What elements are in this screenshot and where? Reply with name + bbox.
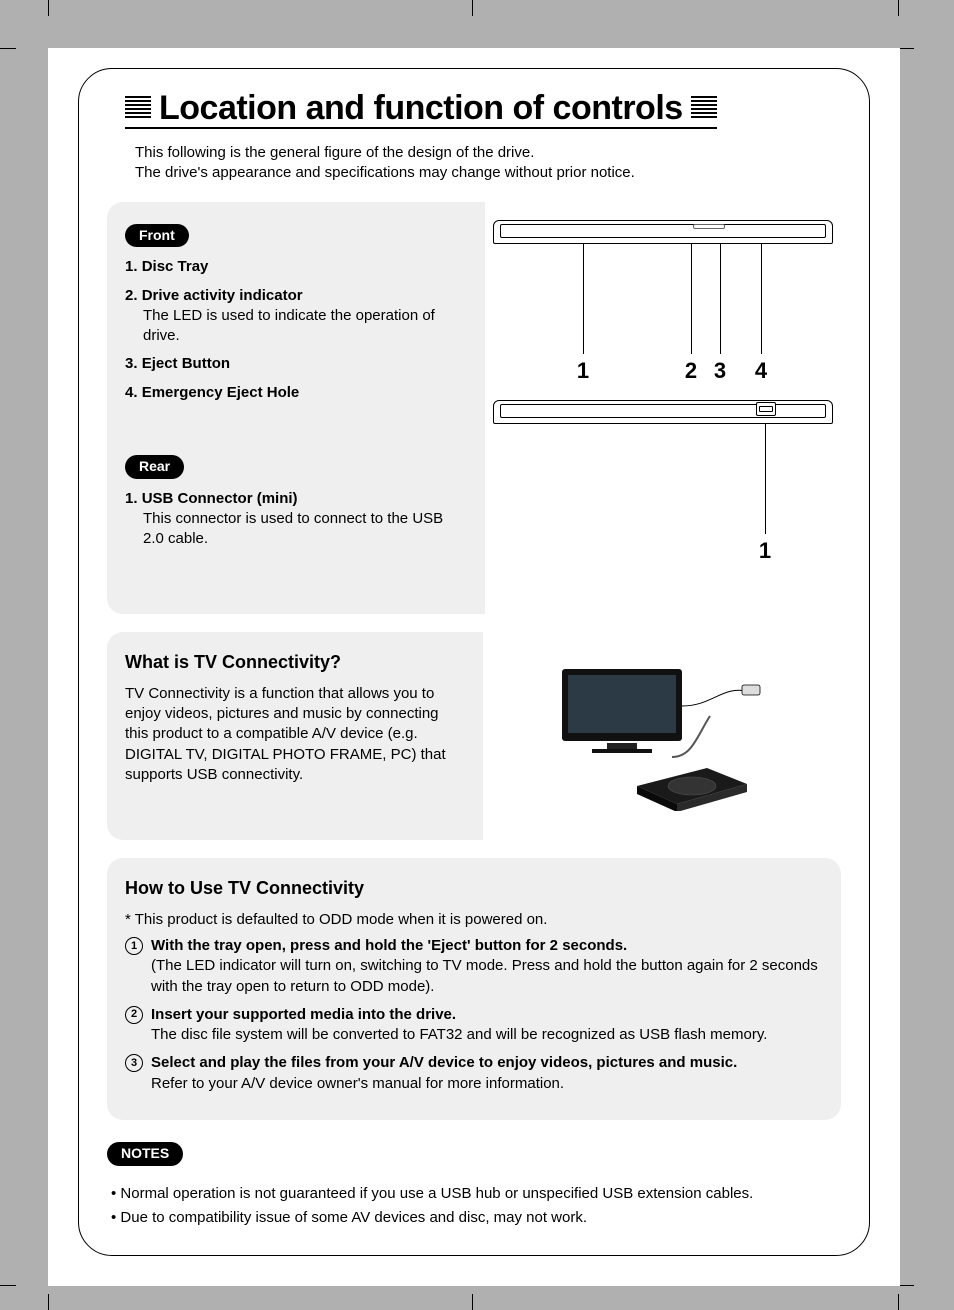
list-item: 4. Emergency Eject Hole [125,383,465,403]
front-list: 1. Disc Tray 2. Drive activity indicator… [125,257,465,403]
crop-mark [472,0,473,16]
page-sheet: Location and function of controls This f… [0,0,954,1310]
callout-number: 4 [755,356,767,386]
callout-number: 3 [714,356,726,386]
crop-mark [898,48,914,49]
crop-mark [48,0,49,16]
step-heading: Select and play the files from your A/V … [151,1053,737,1073]
title-rule-left-icon [125,96,151,120]
crop-mark [472,1294,473,1310]
tv-drive-illustration-icon [552,661,772,811]
step-number-badge: 3 [125,1054,143,1072]
crop-mark [0,1285,16,1286]
step-sub: (The LED indicator will turn on, switchi… [151,956,823,997]
section-body: TV Connectivity is a function that allow… [125,684,465,785]
crop-mark [0,48,16,49]
rear-diagram: 1 [485,400,841,534]
step-number-badge: 2 [125,1006,143,1024]
title-block: Location and function of controls [125,91,847,129]
intro-line: This following is the general figure of … [135,143,847,163]
step-sub: The disc file system will be converted t… [151,1025,767,1045]
crop-mark [48,1294,49,1310]
front-diagram: 1 2 3 4 [485,220,841,354]
callout-number: 2 [685,356,697,386]
crop-mark [898,0,899,16]
controls-left-column: Front 1. Disc Tray 2. Drive activity ind… [125,216,465,596]
notes-section: NOTES Normal operation is not guaranteed… [107,1138,841,1228]
title-rule-right-icon [691,96,717,120]
rear-heading-pill: Rear [125,455,184,479]
list-item: 1. Disc Tray [125,257,465,277]
crop-mark [898,1294,899,1310]
default-mode-note: * This product is defaulted to ODD mode … [125,910,823,930]
step-sub: Refer to your A/V device owner's manual … [151,1074,737,1094]
controls-panel: Front 1. Disc Tray 2. Drive activity ind… [107,202,841,614]
page: Location and function of controls This f… [48,48,900,1286]
list-item: 3. Eject Button [125,354,465,374]
callout-number: 1 [577,356,589,386]
callout-number: 1 [759,536,771,566]
front-heading-pill: Front [125,224,189,248]
step-item: 1 With the tray open, press and hold the… [125,936,823,997]
intro-line: The drive's appearance and specification… [135,163,847,183]
step-heading: Insert your supported media into the dri… [151,1005,767,1025]
list-item: 2. Drive activity indicator The LED is u… [125,286,465,347]
step-number-badge: 1 [125,937,143,955]
list-item: 1. USB Connector (mini) This connector i… [125,489,465,550]
page-title: Location and function of controls [159,91,683,125]
usb-connector-icon [756,402,776,416]
note-item: Normal operation is not guaranteed if yo… [111,1184,841,1204]
step-item: 2 Insert your supported media into the d… [125,1005,823,1046]
tv-connectivity-how-panel: How to Use TV Connectivity * This produc… [107,858,841,1120]
notes-heading-pill: NOTES [107,1142,183,1166]
controls-diagrams: 1 2 3 4 [485,202,841,614]
tv-connectivity-what-panel: What is TV Connectivity? TV Connectivity… [107,632,841,840]
note-item: Due to compatibility issue of some AV de… [111,1208,841,1228]
rear-list: 1. USB Connector (mini) This connector i… [125,489,465,550]
step-item: 3 Select and play the files from your A/… [125,1053,823,1094]
section-heading: What is TV Connectivity? [125,650,465,674]
content-frame: Location and function of controls This f… [78,68,870,1256]
tv-connectivity-illustration [483,632,841,840]
crop-mark [898,1285,914,1286]
section-heading: How to Use TV Connectivity [125,876,823,900]
step-heading: With the tray open, press and hold the '… [151,936,823,956]
intro-text: This following is the general figure of … [135,143,847,184]
